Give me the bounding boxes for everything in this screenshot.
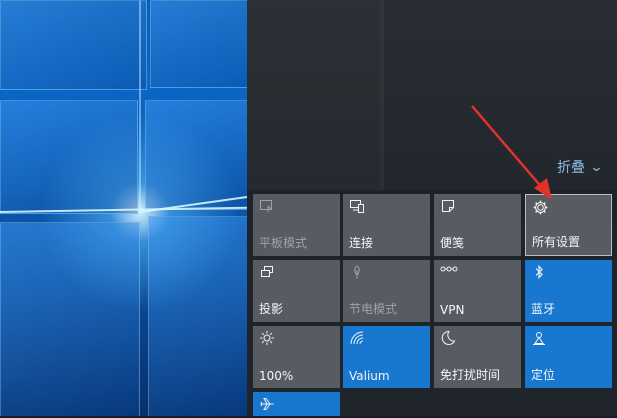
battery-saver-icon xyxy=(349,264,367,282)
tile-label: 蓝牙 xyxy=(531,302,556,316)
tile-label: Valium xyxy=(349,369,390,383)
tile-label: VPN xyxy=(440,303,465,317)
wallpaper-pane xyxy=(145,100,247,210)
wallpaper-pane xyxy=(0,222,140,416)
wallpaper-pane xyxy=(0,0,147,90)
connect-icon xyxy=(349,198,367,216)
tile-label: 节电模式 xyxy=(349,302,398,316)
tile-label: 平板模式 xyxy=(259,236,308,250)
tile-location[interactable]: 定位 xyxy=(525,326,612,388)
location-icon xyxy=(531,330,549,348)
bluetooth-icon xyxy=(531,264,549,282)
desktop-wallpaper xyxy=(0,0,247,416)
action-center-panel: 折叠 ⌄ 平板模式 连接 便笺 所有设置 投影 节电模式 VPN 蓝牙 100%… xyxy=(247,0,617,416)
tile-label: 定位 xyxy=(531,368,556,382)
tile-label: 连接 xyxy=(349,236,374,250)
project-icon xyxy=(259,264,277,282)
tile-label: 所有设置 xyxy=(532,235,581,249)
chevron-down-icon: ⌄ xyxy=(589,159,604,175)
tile-brightness[interactable]: 100% xyxy=(253,326,340,388)
wifi-icon xyxy=(349,330,367,348)
tile-wifi[interactable]: Valium xyxy=(343,326,430,388)
collapse-link[interactable]: 折叠 ⌄ xyxy=(557,157,604,177)
light-beam xyxy=(139,0,141,213)
tile-bluetooth[interactable]: 蓝牙 xyxy=(525,260,612,322)
brightness-icon xyxy=(259,330,277,348)
tile-label: 100% xyxy=(259,369,294,383)
tile-project[interactable]: 投影 xyxy=(253,260,340,322)
tile-airplane-mode[interactable] xyxy=(253,392,340,416)
vpn-icon xyxy=(440,264,458,282)
tile-quiet-hours[interactable]: 免打扰时间 xyxy=(434,326,521,388)
note-icon xyxy=(440,198,458,216)
tile-all-settings[interactable]: 所有设置 xyxy=(525,194,612,256)
collapse-label: 折叠 xyxy=(557,160,585,176)
quiet-hours-moon-icon xyxy=(440,330,458,348)
tile-label: 免打扰时间 xyxy=(440,368,501,382)
wallpaper-pane xyxy=(150,0,247,88)
wallpaper-pane xyxy=(148,216,247,416)
airplane-mode-icon xyxy=(259,396,277,414)
gear-icon xyxy=(532,199,550,217)
tile-label: 投影 xyxy=(259,302,284,316)
tile-vpn[interactable]: VPN xyxy=(434,260,521,322)
tablet-mode-icon xyxy=(259,198,277,216)
tile-connect[interactable]: 连接 xyxy=(343,194,430,256)
tile-tablet-mode[interactable]: 平板模式 xyxy=(253,194,340,256)
tile-battery-saver[interactable]: 节电模式 xyxy=(343,260,430,322)
tile-label: 便笺 xyxy=(440,236,465,250)
tile-note[interactable]: 便笺 xyxy=(434,194,521,256)
wallpaper-pane xyxy=(0,100,138,214)
